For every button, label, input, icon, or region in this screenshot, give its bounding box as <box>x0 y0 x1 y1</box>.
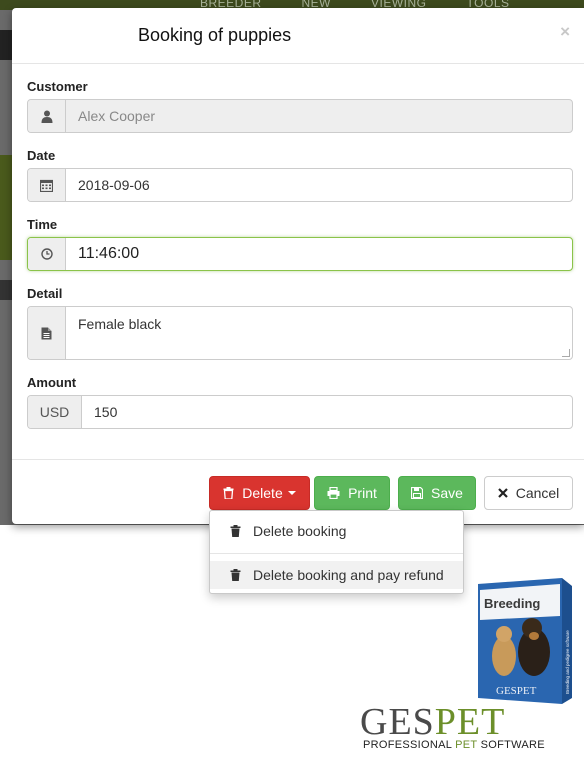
menu-divider <box>210 553 463 554</box>
print-button-label: Print <box>348 485 377 501</box>
close-icon <box>497 488 508 498</box>
detail-input-group: Female black <box>27 306 573 360</box>
backdrop-strip <box>0 30 12 60</box>
date-field[interactable] <box>66 169 572 201</box>
resize-handle[interactable] <box>562 349 570 357</box>
customer-field[interactable] <box>66 100 572 132</box>
delete-button-label: Delete <box>242 485 283 501</box>
menu-item-label: Delete booking and pay refund <box>253 567 444 583</box>
close-icon[interactable]: × <box>560 22 570 42</box>
backdrop-strip <box>0 280 12 300</box>
save-button[interactable]: Save <box>398 476 476 510</box>
save-button-label: Save <box>431 485 463 501</box>
date-input-group <box>27 168 573 202</box>
caret-down-icon <box>287 491 296 495</box>
date-label: Date <box>27 148 56 163</box>
cancel-button-label: Cancel <box>515 485 560 501</box>
menu-item-label: Delete booking <box>253 523 347 539</box>
trash-icon <box>223 487 234 499</box>
menu-item-delete-and-refund[interactable]: Delete booking and pay refund <box>210 561 463 589</box>
amount-label: Amount <box>27 375 77 390</box>
customer-input-group <box>27 99 573 133</box>
trash-icon <box>230 525 241 537</box>
currency-addon: USD <box>28 396 82 428</box>
delete-dropdown-menu: Delete booking Delete booking and pay re… <box>209 510 464 594</box>
print-button[interactable]: Print <box>314 476 390 510</box>
backdrop-strip <box>0 155 12 260</box>
box-title: Breeding <box>484 596 540 611</box>
trash-icon <box>230 569 241 581</box>
print-icon <box>327 487 340 499</box>
cancel-button[interactable]: Cancel <box>484 476 573 510</box>
gespet-logo: GESPET <box>360 701 506 743</box>
amount-field[interactable] <box>82 396 572 428</box>
detail-label: Detail <box>27 286 63 301</box>
logo-tagline: PROFESSIONAL PET SOFTWARE <box>363 739 545 751</box>
modal-title: Booking of puppies <box>138 25 292 45</box>
delete-dropdown-button[interactable]: Delete <box>209 476 310 510</box>
user-icon <box>28 100 66 132</box>
floppy-disk-icon <box>411 487 424 499</box>
box-side-text: Breeding and pedigree software <box>565 630 570 694</box>
customer-label: Customer <box>27 79 88 94</box>
detail-textarea[interactable]: Female black <box>66 307 572 359</box>
time-input-group <box>27 237 573 271</box>
menu-item-delete-booking[interactable]: Delete booking <box>210 517 463 545</box>
product-box-image: Breeding GESPET Breeding and pedigree so… <box>478 578 572 704</box>
booking-modal: Booking of puppies × Customer Date Time … <box>12 8 584 524</box>
calendar-icon <box>28 169 66 201</box>
time-field[interactable] <box>66 238 572 270</box>
time-label: Time <box>27 217 58 232</box>
box-logo: GESPET <box>496 685 537 697</box>
file-text-icon <box>28 307 66 359</box>
modal-header: Booking of puppies × <box>12 8 584 64</box>
clock-icon <box>28 238 66 270</box>
amount-input-group: USD <box>27 395 573 429</box>
